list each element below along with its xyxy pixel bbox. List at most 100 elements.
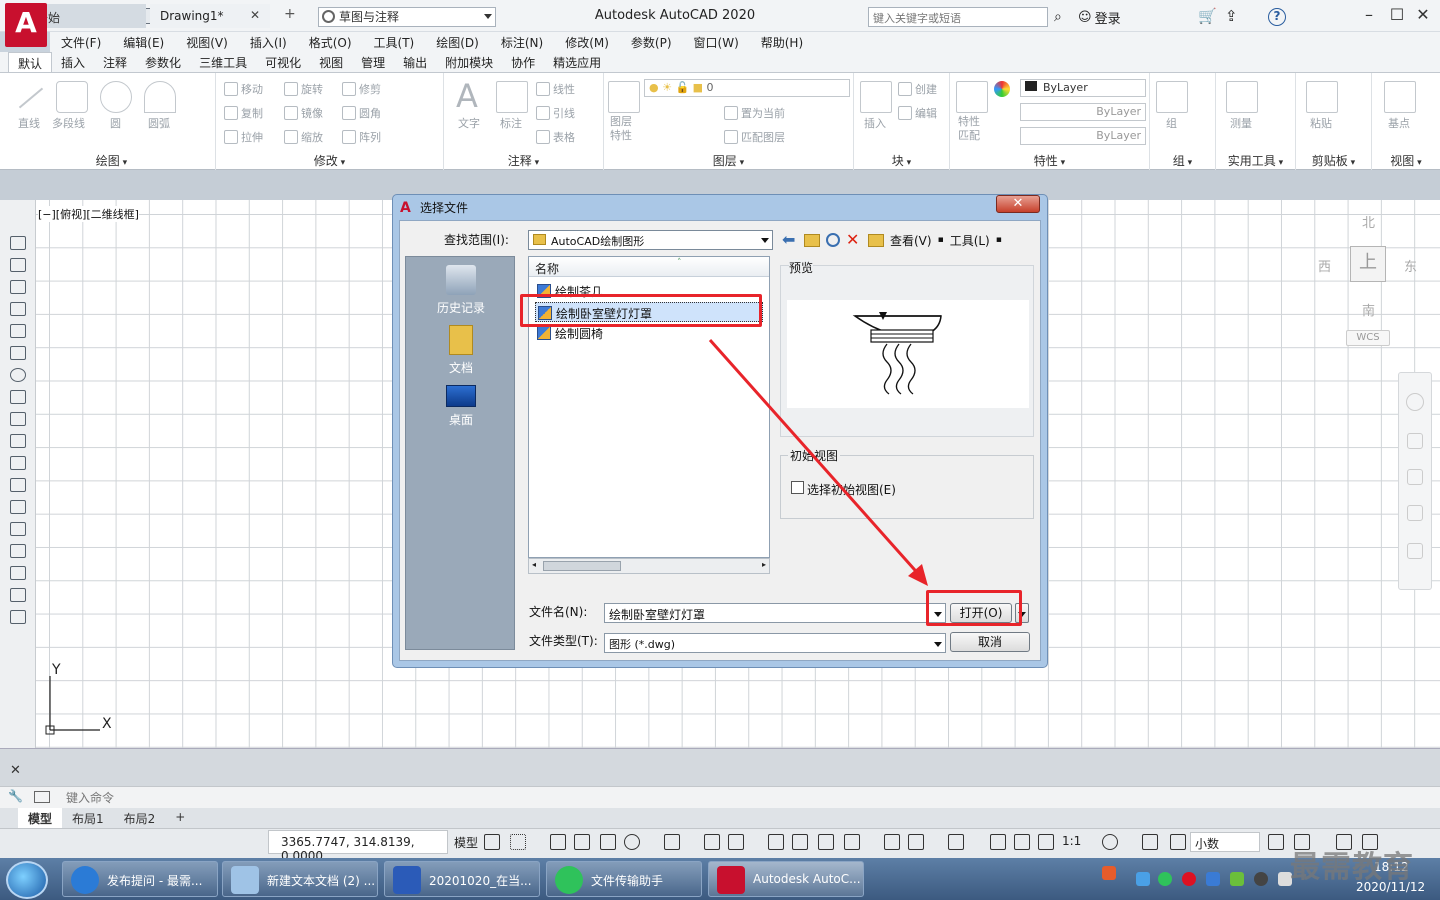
zoom-icon[interactable] (1407, 469, 1423, 485)
tools-menu[interactable]: 工具(L) (950, 232, 990, 249)
new-folder-icon[interactable] (868, 233, 884, 247)
new-tab-icon[interactable]: + (284, 6, 296, 22)
move-object-icon[interactable] (10, 346, 26, 360)
annotation-scale-icon[interactable] (1038, 834, 1054, 850)
extend-icon[interactable] (10, 456, 26, 470)
dialog-close-button[interactable]: ✕ (996, 195, 1040, 213)
rotate-button[interactable]: 旋转 (284, 81, 323, 97)
back-icon[interactable]: ⬅ (782, 232, 798, 248)
tab-3d-tools[interactable]: 三维工具 (190, 52, 256, 72)
match-layer-button[interactable]: 匹配图层 (724, 129, 785, 145)
panel-title-utilities[interactable]: 实用工具 (1216, 152, 1295, 169)
text-button[interactable]: 文字 (458, 115, 480, 131)
maximize-icon[interactable]: ☐ (1384, 4, 1410, 28)
menu-parametric[interactable]: 参数(P) (620, 32, 683, 52)
taskbar-item-wechat[interactable]: 文件传输助手 (546, 861, 702, 897)
arc-button[interactable]: 圆弧 (148, 115, 170, 131)
tools-dropdown-icon[interactable]: ▪ (996, 235, 1002, 245)
place-documents[interactable]: 文档 (406, 325, 516, 376)
3d-osnap-icon[interactable] (844, 834, 860, 850)
mirror-button[interactable]: 镜像 (284, 105, 323, 121)
delete-icon[interactable]: ✕ (846, 232, 862, 248)
annotation-visibility-icon[interactable] (990, 834, 1006, 850)
fillet-button[interactable]: 圆角 (342, 105, 381, 121)
tab-layout1[interactable]: 布局1 (62, 808, 114, 828)
offset-icon[interactable] (10, 302, 26, 316)
help-icon[interactable]: ? (1268, 8, 1286, 26)
isodraft-icon[interactable] (664, 834, 680, 850)
search-web-icon[interactable] (826, 233, 840, 247)
menu-view[interactable]: 视图(V) (175, 32, 239, 52)
workspace-switch-icon[interactable] (1102, 834, 1118, 850)
scroll-left-icon[interactable]: ◂ (532, 560, 536, 569)
close-icon[interactable]: ✕ (1410, 4, 1436, 28)
fillet-object-icon[interactable] (10, 566, 26, 580)
place-history[interactable]: 历史记录 (406, 265, 516, 316)
sogou-icon[interactable] (1102, 866, 1116, 880)
color-wheel-icon[interactable] (994, 81, 1010, 97)
erase-icon[interactable] (10, 236, 26, 250)
object-snap-tracking-icon[interactable] (704, 834, 720, 850)
dynamic-ucs-icon[interactable] (884, 834, 900, 850)
close-command-icon[interactable]: ✕ (10, 763, 21, 778)
selection-cycling-icon[interactable] (818, 834, 834, 850)
wrench-icon[interactable]: 🔧 (8, 789, 23, 803)
grid-icon[interactable] (484, 834, 500, 850)
group-button[interactable]: 组 (1166, 115, 1177, 131)
polar-tracking-icon[interactable] (624, 834, 640, 850)
menu-format[interactable]: 格式(O) (298, 32, 363, 52)
viewcube-west[interactable]: 西 (1318, 256, 1331, 275)
orbit-icon[interactable] (1407, 505, 1423, 521)
insert-button[interactable]: 插入 (864, 115, 886, 131)
menu-window[interactable]: 窗口(W) (683, 32, 750, 52)
scale-object-icon[interactable] (10, 390, 26, 404)
trim-button[interactable]: 修剪 (342, 81, 381, 97)
menu-draw[interactable]: 绘图(D) (425, 32, 490, 52)
viewcube-east[interactable]: 东 (1404, 256, 1417, 275)
measure-button[interactable]: 测量 (1230, 115, 1252, 131)
edit-block-button[interactable]: 编辑 (898, 105, 937, 121)
layer-properties-button[interactable]: 图层特性 (610, 115, 638, 143)
tab-collaborate[interactable]: 协作 (502, 52, 544, 72)
tab-layout2[interactable]: 布局2 (114, 808, 166, 828)
viewport-controls[interactable]: [−][俯视][二维线框] (38, 206, 139, 222)
coordinates-readout[interactable]: 3365.7747, 314.8139, 0.0000 (268, 830, 448, 863)
viewcube[interactable]: 北 西 东 南 上 WCS (1312, 206, 1428, 346)
taskbar-item-word[interactable]: 20201020_在当... (384, 861, 540, 897)
menu-modify[interactable]: 修改(M) (554, 32, 620, 52)
object-snap-icon[interactable] (728, 834, 744, 850)
copy-button[interactable]: 复制 (224, 105, 263, 121)
binoculars-icon[interactable]: ⌕ (1054, 9, 1062, 25)
circle-button[interactable]: 圆 (110, 115, 121, 131)
workspace-dropdown[interactable]: 草图与注释 (318, 7, 496, 27)
color-dropdown[interactable]: ByLayer (1020, 79, 1146, 97)
tab-visualize[interactable]: 可视化 (256, 52, 310, 72)
panel-title-groups[interactable]: 组 (1150, 152, 1215, 169)
polyline-button[interactable]: 多段线 (52, 115, 85, 131)
move-button[interactable]: 移动 (224, 81, 263, 97)
menu-insert[interactable]: 插入(I) (239, 32, 298, 52)
linear-button[interactable]: 线性 (536, 81, 575, 97)
auto-scale-icon[interactable] (1014, 834, 1030, 850)
snap-icon[interactable] (510, 834, 526, 850)
paste-button[interactable]: 粘贴 (1310, 115, 1332, 131)
create-block-button[interactable]: 创建 (898, 81, 937, 97)
start-button[interactable] (6, 861, 48, 899)
views-dropdown-icon[interactable]: ▪ (938, 235, 944, 245)
taskbar-item-autocad[interactable]: Autodesk AutoC... (708, 861, 864, 897)
network-app-icon[interactable] (1136, 872, 1150, 886)
panel-title-annotation[interactable]: 注释 (444, 152, 603, 169)
showmotion-icon[interactable] (1407, 543, 1423, 559)
break-icon[interactable] (10, 500, 26, 514)
panel-title-view[interactable]: 视图 (1372, 152, 1440, 169)
selection-filter-icon[interactable] (908, 834, 924, 850)
look-in-dropdown[interactable]: AutoCAD绘制图形 (528, 230, 773, 250)
tab-view[interactable]: 视图 (310, 52, 352, 72)
table-button[interactable]: 表格 (536, 129, 575, 145)
menu-edit[interactable]: 编辑(E) (112, 32, 175, 52)
tab-insert[interactable]: 插入 (52, 52, 94, 72)
menu-file[interactable]: 文件(F) (50, 32, 112, 52)
tab-annotate[interactable]: 注释 (94, 52, 136, 72)
lineweight-dropdown[interactable]: ByLayer (1020, 127, 1146, 145)
command-line[interactable]: 🔧 (0, 786, 1440, 808)
